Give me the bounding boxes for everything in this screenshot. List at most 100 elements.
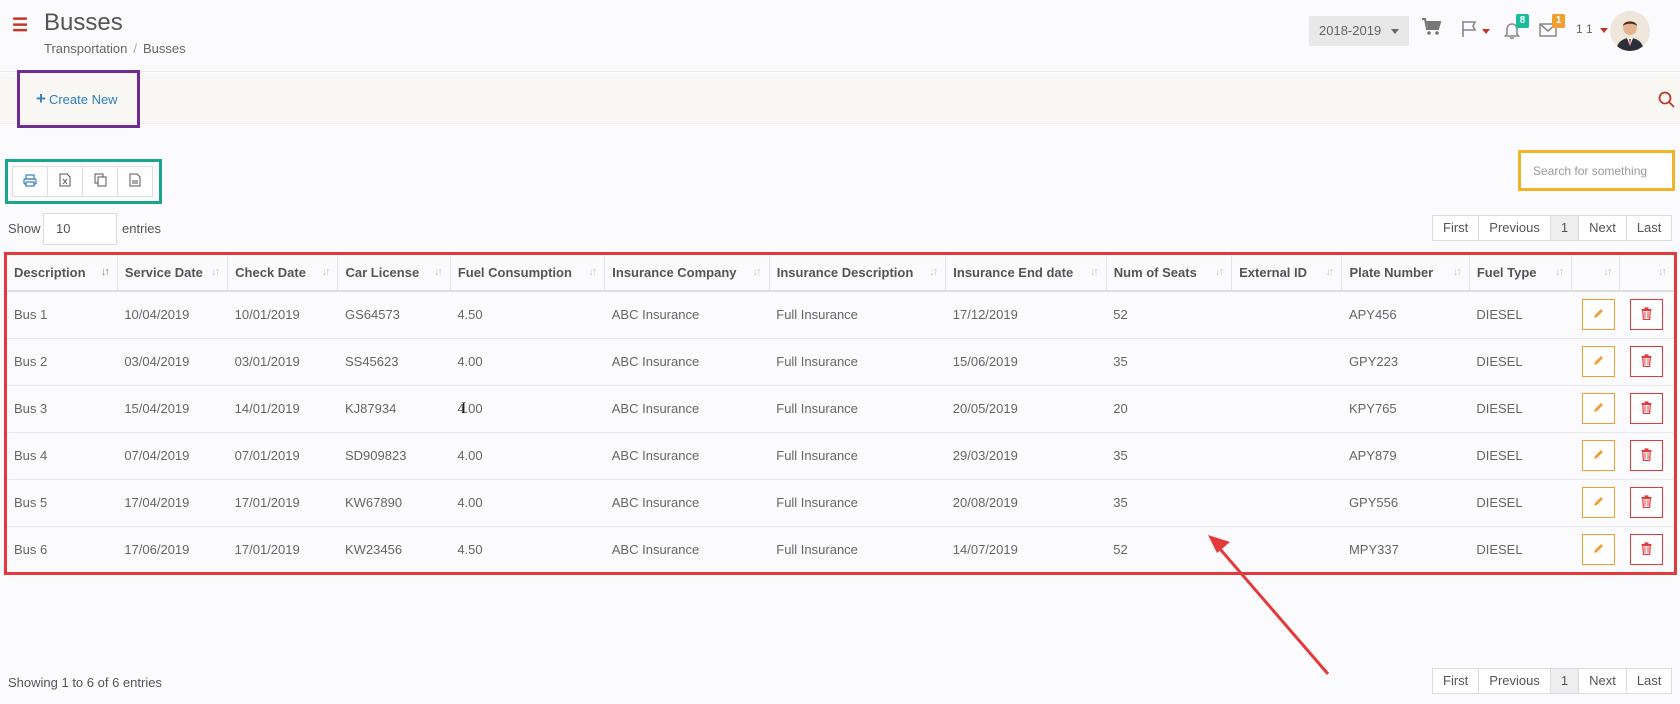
print-button[interactable]: [12, 166, 48, 197]
delete-button[interactable]: [1629, 346, 1663, 377]
column-header-car-license[interactable]: Car License ↓↑: [337, 255, 451, 292]
cell-edit: [1571, 291, 1620, 339]
sort-icon: ↓↑: [929, 266, 938, 278]
cell-fuel-type: DIESEL: [1469, 479, 1572, 527]
column-header-external-id[interactable]: External ID ↓↑: [1231, 255, 1343, 292]
cell-external-id: [1231, 338, 1342, 386]
edit-button[interactable]: [1581, 299, 1615, 331]
cell-service-date: 15/04/2019: [117, 385, 228, 433]
cell-car-license: GS64573: [337, 291, 451, 339]
plus-icon: +: [36, 89, 46, 108]
delete-button[interactable]: [1629, 534, 1663, 566]
delete-button[interactable]: [1629, 393, 1663, 424]
chevron-down-icon: [1391, 29, 1399, 34]
sort-icon: ↓↑: [1603, 266, 1612, 278]
column-header-delete[interactable]: ↓↑: [1619, 255, 1674, 292]
cell-delete: [1619, 291, 1674, 339]
cell-num-of-seats: 20: [1106, 385, 1232, 433]
year-select-value: 2018-2019: [1319, 23, 1382, 38]
user-chevron-down-icon: [1600, 28, 1608, 33]
cell-insurance-company: ABC Insurance: [604, 385, 770, 433]
search-input[interactable]: [1518, 150, 1675, 191]
pagination-last-button[interactable]: Last: [1625, 215, 1673, 241]
delete-button[interactable]: [1629, 440, 1663, 471]
pagination-first-button[interactable]: First: [1432, 668, 1480, 694]
show-label: Show: [8, 221, 41, 236]
column-header-check-date[interactable]: Check Date ↓↑: [227, 255, 339, 292]
column-header-num-of-seats[interactable]: Num of Seats ↓↑: [1106, 255, 1233, 292]
excel-export-button[interactable]: [47, 166, 83, 197]
user-name[interactable]: 1 1: [1576, 22, 1593, 36]
year-select[interactable]: 2018-2019: [1309, 16, 1409, 46]
cell-fuel-consumption: 4.00: [450, 479, 605, 527]
pagination-page-button[interactable]: 1: [1549, 215, 1580, 241]
cell-external-id: [1231, 479, 1342, 527]
trash-icon: [1641, 400, 1652, 417]
pagination-next-button[interactable]: Next: [1578, 215, 1627, 241]
column-header-edit[interactable]: ↓↑: [1571, 255, 1621, 292]
cell-insurance-end-date: 14/07/2019: [952, 542, 1018, 558]
column-header-fuel-consumption[interactable]: Fuel Consumption ↓↑: [450, 255, 606, 292]
cell-insurance-company: ABC Insurance: [604, 479, 770, 527]
cell-num-of-seats: 35: [1106, 479, 1232, 527]
column-header-insurance-company[interactable]: Insurance Company ↓↑: [604, 255, 770, 292]
copy-button[interactable]: [82, 166, 118, 197]
pagination-next-button[interactable]: Next: [1578, 668, 1627, 694]
cell-car-license: KJ87934: [337, 385, 451, 433]
edit-button[interactable]: [1581, 487, 1615, 518]
action-bar: [0, 73, 1680, 124]
sort-asc-icon: ↓↑: [100, 266, 110, 278]
column-header-description[interactable]: Description ↓↑: [7, 255, 118, 292]
cell-plate-number: KPY765: [1341, 385, 1470, 433]
trash-icon: [1641, 542, 1652, 558]
trash-icon: [1641, 353, 1652, 370]
edit-button[interactable]: [1581, 393, 1615, 424]
sort-icon: ↓↑: [1452, 266, 1462, 278]
create-new-button[interactable]: + Create New: [17, 70, 140, 128]
cell-fuel-type: DIESEL: [1469, 385, 1572, 433]
avatar[interactable]: [1610, 11, 1650, 51]
pagination-previous-button[interactable]: Previous: [1478, 215, 1551, 241]
top-bar: ☰ Busses Transportation / Busses 2018-2019…: [0, 0, 1680, 72]
cell-check-date: 10/01/2019: [227, 291, 338, 339]
trash-icon: [1641, 307, 1652, 323]
cell-fuel-consumption: 4.50: [450, 291, 605, 339]
text-cursor-icon: I: [461, 400, 467, 417]
breadcrumb-item-transportation[interactable]: Transportation: [44, 41, 127, 56]
cell-edit: [1572, 526, 1620, 573]
flag-icon[interactable]: [1461, 20, 1479, 41]
delete-button[interactable]: [1629, 299, 1663, 331]
cell-fuel-type: DIESEL: [1476, 542, 1523, 558]
hamburger-menu-icon[interactable]: ☰: [12, 16, 28, 34]
pagination-bottom: First Previous 1 Next Last: [1432, 668, 1673, 694]
entries-length-input[interactable]: 10: [43, 213, 117, 245]
pagination-previous-button[interactable]: Previous: [1478, 668, 1551, 694]
csv-export-button[interactable]: [117, 166, 153, 197]
table-row: Bus 2 03/04/2019 03/01/2019 SS45623 4.00 ABC …: [7, 338, 1674, 386]
pagination-last-button[interactable]: Last: [1625, 668, 1673, 694]
cell-external-id: [1231, 291, 1342, 339]
edit-button[interactable]: [1581, 440, 1615, 471]
table-info-text: Showing 1 to 6 of 6 entries: [8, 675, 162, 690]
column-header-fuel-type[interactable]: Fuel Type ↓↑: [1469, 255, 1573, 292]
cell-fuel-type: DIESEL: [1469, 291, 1572, 339]
pagination-first-button[interactable]: First: [1432, 215, 1480, 241]
cell-service-date: 03/04/2019: [117, 338, 228, 386]
search-icon[interactable]: [1658, 91, 1675, 111]
pagination-page-button[interactable]: 1: [1549, 668, 1580, 694]
cell-description: Bus 3: [7, 385, 118, 433]
column-header-service-date[interactable]: Service Date ↓↑: [117, 255, 229, 292]
cell-check-date: 14/01/2019: [227, 385, 338, 433]
column-header-insurance-description[interactable]: Insurance Description ↓↑: [769, 255, 947, 292]
column-header-plate-number[interactable]: Plate Number ↓↑: [1341, 255, 1470, 292]
annotation-arrow-icon: [1208, 535, 1330, 675]
delete-button[interactable]: [1629, 487, 1663, 518]
sort-icon: ↓↑: [1215, 266, 1224, 278]
cell-check-date: 17/01/2019: [227, 479, 338, 527]
edit-button[interactable]: [1581, 534, 1615, 566]
cell-insurance-description: Full Insurance: [769, 338, 946, 386]
edit-button[interactable]: [1581, 346, 1615, 377]
column-header-insurance-end-date[interactable]: Insurance End date ↓↑: [945, 255, 1107, 292]
cart-icon[interactable]: [1421, 18, 1442, 39]
cell-delete: [1619, 432, 1674, 480]
